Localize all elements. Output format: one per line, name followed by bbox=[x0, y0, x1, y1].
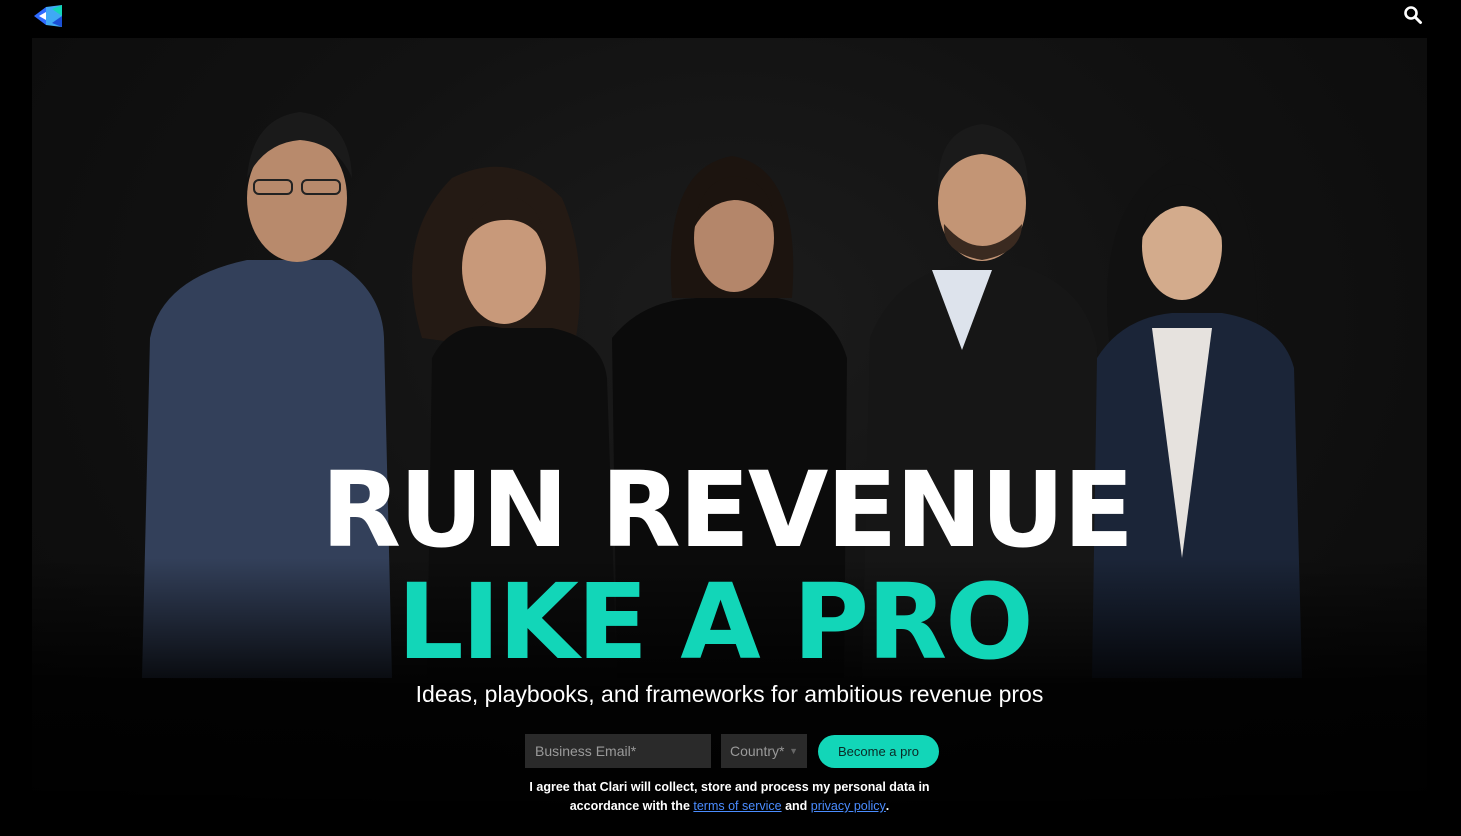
privacy-policy-link[interactable]: privacy policy bbox=[811, 799, 886, 813]
consent-and: and bbox=[781, 799, 811, 813]
country-select[interactable]: Country* ▼ bbox=[721, 734, 807, 768]
search-icon[interactable] bbox=[1403, 5, 1423, 25]
hero-subtitle: Ideas, playbooks, and frameworks for amb… bbox=[415, 681, 1044, 707]
consent-text: I agree that Clari will collect, store a… bbox=[32, 778, 1427, 816]
hero-headline: RUN REVENUE LIKE A PRO bbox=[32, 458, 1427, 674]
signup-form: Country* ▼ Become a pro bbox=[525, 732, 939, 770]
chevron-down-icon: ▼ bbox=[789, 746, 798, 756]
terms-of-service-link[interactable]: terms of service bbox=[693, 799, 781, 813]
business-email-input[interactable] bbox=[525, 734, 711, 768]
headline-line-2: LIKE A PRO bbox=[397, 561, 1033, 683]
consent-period: . bbox=[885, 799, 890, 813]
clari-logo-icon[interactable] bbox=[32, 3, 66, 29]
headline-line-1: RUN REVENUE bbox=[321, 449, 1134, 571]
become-a-pro-button[interactable]: Become a pro bbox=[818, 734, 939, 768]
top-navigation-bar bbox=[0, 0, 1461, 38]
country-select-label: Country* bbox=[730, 743, 785, 759]
hero-section: RUN REVENUE LIKE A PRO Ideas, playbooks,… bbox=[32, 38, 1427, 836]
